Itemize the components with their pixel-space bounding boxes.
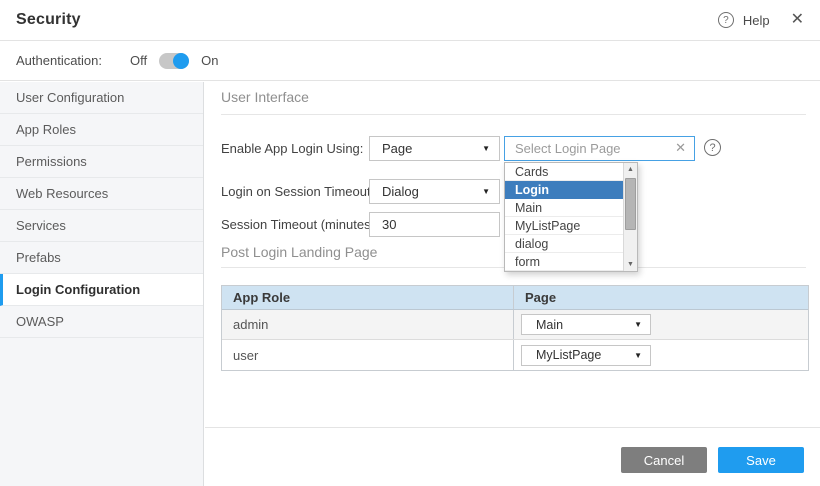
user-page-select[interactable]: MyListPage ▼ <box>521 345 651 366</box>
section-title-user-interface: User Interface <box>221 89 309 105</box>
dropdown-option-mylistpage[interactable]: MyListPage <box>505 217 623 235</box>
login-page-dropdown: Cards Login Main MyListPage dialog form … <box>504 162 638 272</box>
column-header-page: Page <box>514 286 808 309</box>
session-timeout-minutes-label: Session Timeout (minutes): <box>221 218 379 232</box>
scrollbar-thumb[interactable] <box>625 178 636 230</box>
sidebar-item-app-roles[interactable]: App Roles <box>0 114 203 146</box>
sidebar-item-login-configuration[interactable]: Login Configuration <box>0 274 203 306</box>
sidebar: User Configuration App Roles Permissions… <box>0 82 204 486</box>
admin-page-value: Main <box>536 318 563 332</box>
timeout-type-select[interactable]: Dialog ▼ <box>369 179 500 204</box>
page-title: Security <box>16 11 81 29</box>
clear-icon[interactable]: ✕ <box>675 140 686 156</box>
field-help-icon[interactable]: ? <box>704 139 721 156</box>
table-header-row: App Role Page <box>222 286 808 310</box>
divider <box>221 114 806 115</box>
footer-divider <box>205 427 820 428</box>
authentication-toggle[interactable] <box>159 53 189 69</box>
sidebar-item-prefabs[interactable]: Prefabs <box>0 242 203 274</box>
section-title-post-login: Post Login Landing Page <box>221 244 377 260</box>
enable-app-login-label: Enable App Login Using: <box>221 142 363 156</box>
help-link[interactable]: Help <box>743 13 770 28</box>
login-page-input[interactable] <box>504 136 695 161</box>
sidebar-item-services[interactable]: Services <box>0 210 203 242</box>
dropdown-option-login[interactable]: Login <box>505 181 623 199</box>
sidebar-item-permissions[interactable]: Permissions <box>0 146 203 178</box>
sidebar-item-user-configuration[interactable]: User Configuration <box>0 82 203 114</box>
chevron-down-icon: ▼ <box>482 144 490 153</box>
session-timeout-value: 30 <box>382 217 396 232</box>
timeout-type-value: Dialog <box>382 184 419 199</box>
chevron-down-icon: ▼ <box>634 351 642 360</box>
session-timeout-login-label: Login on Session Timeout: <box>221 185 374 199</box>
main-content: User Interface Enable App Login Using: P… <box>205 82 820 486</box>
help-icon[interactable]: ? <box>718 12 734 28</box>
dropdown-scrollbar[interactable]: ▲ ▼ <box>623 163 637 271</box>
dropdown-option-dialog[interactable]: dialog <box>505 235 623 253</box>
chevron-down-icon: ▼ <box>634 320 642 329</box>
toggle-knob-icon <box>173 53 189 69</box>
sidebar-item-web-resources[interactable]: Web Resources <box>0 178 203 210</box>
page-cell: MyListPage ▼ <box>514 340 808 370</box>
cancel-button[interactable]: Cancel <box>621 447 707 473</box>
login-page-combobox: ✕ <box>504 136 695 161</box>
column-header-app-role: App Role <box>222 286 514 309</box>
scroll-up-icon[interactable]: ▲ <box>624 166 637 173</box>
login-type-value: Page <box>382 141 412 156</box>
header: Security ? Help ✕ <box>0 0 820 41</box>
table-row: user MyListPage ▼ <box>222 340 808 370</box>
dropdown-option-main[interactable]: Main <box>505 199 623 217</box>
login-type-select[interactable]: Page ▼ <box>369 136 500 161</box>
page-cell: Main ▼ <box>514 310 808 339</box>
save-button[interactable]: Save <box>718 447 804 473</box>
admin-page-select[interactable]: Main ▼ <box>521 314 651 335</box>
dropdown-option-cards[interactable]: Cards <box>505 163 623 181</box>
scroll-down-icon[interactable]: ▼ <box>624 261 637 268</box>
app-role-cell: user <box>222 340 514 370</box>
dropdown-option-form[interactable]: form <box>505 253 623 271</box>
chevron-down-icon: ▼ <box>482 187 490 196</box>
landing-page-table: App Role Page admin Main ▼ user MyListPa… <box>221 285 809 371</box>
close-icon[interactable]: ✕ <box>791 12 804 28</box>
sidebar-item-owasp[interactable]: OWASP <box>0 306 203 338</box>
toggle-on-label[interactable]: On <box>201 53 218 68</box>
authentication-bar: Authentication: Off On <box>0 41 820 81</box>
authentication-label: Authentication: <box>16 53 102 68</box>
user-page-value: MyListPage <box>536 348 601 362</box>
table-row: admin Main ▼ <box>222 310 808 340</box>
security-window: Security ? Help ✕ Authentication: Off On… <box>0 0 820 486</box>
header-actions: ? Help ✕ <box>718 12 804 28</box>
session-timeout-input[interactable]: 30 <box>369 212 500 237</box>
toggle-off-label[interactable]: Off <box>130 53 147 68</box>
app-role-cell: admin <box>222 310 514 339</box>
